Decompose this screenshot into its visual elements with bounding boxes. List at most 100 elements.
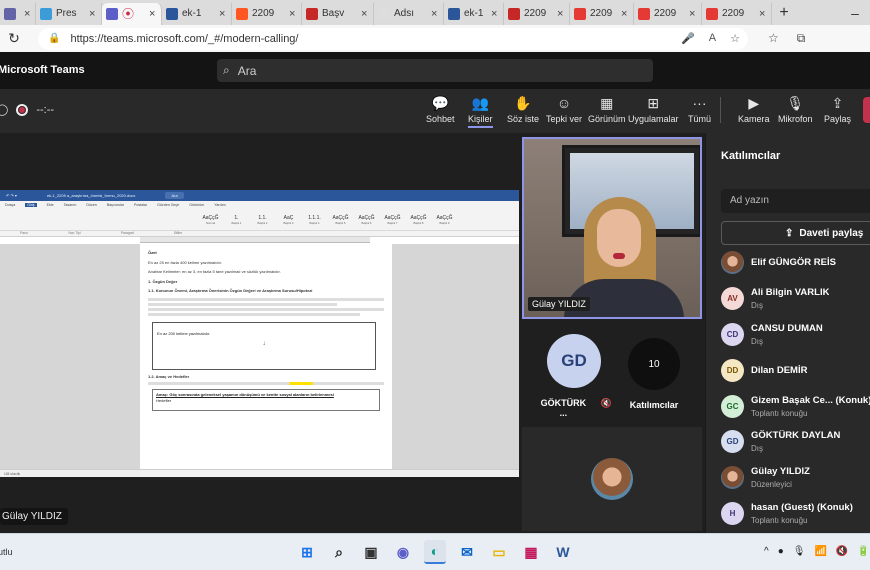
browser-tab[interactable]: Adsı × <box>374 2 444 25</box>
participants-panel: Katılımcılar Ad yazın ⇪ Daveti paylaş El… <box>705 133 870 533</box>
collections-icon[interactable]: ⧉ <box>797 31 806 46</box>
start-icon[interactable]: ⊞ <box>296 540 318 564</box>
doc-textbox: En az 200 kelime yazılmalıdır. ↓ <box>152 321 376 370</box>
word-icon <box>448 7 460 20</box>
word-tab: Tasarım <box>63 203 77 207</box>
close-icon[interactable]: × <box>361 8 369 20</box>
participant-item[interactable]: Hhasan (Guest) (Konuk) Toplantı konuğu <box>721 496 870 532</box>
participant-item[interactable]: AV Ali Bilgin VARLIK Dış <box>721 281 870 317</box>
control-label: Görünüm <box>588 114 626 124</box>
browser-tab[interactable]: 2209 × <box>504 2 570 25</box>
share-invite-button[interactable]: ⇪ Daveti paylaş <box>721 221 870 245</box>
control-chat[interactable]: 💬 Sohbet <box>426 95 455 124</box>
browser-tab[interactable]: 2209 × <box>702 2 772 25</box>
browser-tab[interactable]: 2209 × <box>634 2 702 25</box>
read-aloud-icon[interactable]: A <box>709 32 716 45</box>
participant-item[interactable]: Elif GÜNGÖR REİS <box>721 245 870 281</box>
style-name: Başlık 2 <box>257 220 268 225</box>
style-gallery-item: 1.1. Başlık 2 <box>252 211 273 228</box>
outlook-icon[interactable]: ✉ <box>456 540 478 564</box>
control-raise-hand[interactable]: ✋ Söz iste <box>507 95 539 124</box>
control-camera-off[interactable]: ▶ Kamera <box>738 95 770 124</box>
control-share[interactable]: ⇪ Paylaş <box>824 95 851 124</box>
close-icon[interactable]: × <box>557 8 565 20</box>
favorite-star-icon[interactable]: ☆ <box>730 32 740 45</box>
wifi-icon[interactable]: 📶 <box>814 546 826 557</box>
share-link-icon: ⇪ <box>785 227 794 239</box>
control-layout[interactable]: ▦ Görünüm <box>588 95 626 124</box>
browser-tab[interactable]: ek-1 × <box>444 2 504 25</box>
url-text: https://teams.microsoft.com/_#/modern-ca… <box>70 32 299 45</box>
close-icon[interactable]: × <box>289 8 297 20</box>
participant-item[interactable]: GC Gizem Başak Ce... (Konuk) Toplantı konu… <box>721 388 870 424</box>
control-mic-off[interactable]: 🎙 Mikrofon <box>778 95 813 124</box>
teams-chat-icon[interactable]: ◉ <box>392 540 414 564</box>
close-icon[interactable]: × <box>431 8 439 20</box>
control-label: Mikrofon <box>778 114 813 124</box>
new-tab-button[interactable]: + <box>772 4 796 22</box>
style-name: Başlık 9 <box>439 220 450 225</box>
word-tab: Görünüm <box>189 203 205 207</box>
participant-name: Elif GÜNGÖR REİS <box>751 257 836 269</box>
file-explorer-icon[interactable]: ▭ <box>488 540 510 564</box>
mic-off-icon: 🎙 <box>786 95 805 111</box>
participant-item[interactable]: Gülay YILDIZ Düzenleyici <box>721 460 870 496</box>
style-gallery-item: AaÇçĞ Başlık 5 <box>330 211 351 228</box>
yok-icon <box>306 7 318 20</box>
participant-tile-gd[interactable]: GD GÖKTÜRK ... 🔇 <box>536 334 612 418</box>
search-input[interactable]: ⌕ Ara <box>217 59 653 82</box>
task-view-icon[interactable]: ▣ <box>360 540 382 564</box>
close-icon[interactable]: × <box>621 8 629 20</box>
close-icon[interactable]: × <box>219 8 227 20</box>
participant-item[interactable]: DD Dilan DEMİR <box>721 352 870 388</box>
meet-now-icon[interactable]: ● <box>778 546 784 557</box>
control-label: Uygulamalar <box>628 114 679 124</box>
close-icon[interactable]: × <box>689 8 697 20</box>
browser-tab[interactable]: ⦿ × <box>102 2 162 25</box>
control-more[interactable]: ··· Tümü <box>688 95 711 124</box>
store-icon[interactable]: ▦ <box>520 540 542 564</box>
close-icon[interactable]: × <box>24 8 32 20</box>
tab-title: Pres <box>56 8 77 19</box>
reload-icon[interactable]: ↻ <box>0 30 28 47</box>
participant-item[interactable]: CD CANSU DUMAN Dış <box>721 317 870 353</box>
word-tab: Giriş <box>25 203 37 207</box>
control-smiley[interactable]: ☺ Tepki ver <box>546 95 582 124</box>
minimize-icon[interactable]: – <box>840 5 870 21</box>
tray-chevron-icon[interactable]: ^ <box>764 546 769 557</box>
style-gallery-item: AaÇçĞ Başlık 7 <box>382 211 403 228</box>
control-people[interactable]: 👥 Kişiler <box>468 95 493 128</box>
browser-tab[interactable]: Pres × <box>36 2 102 25</box>
browser-tab[interactable]: 2209 × <box>232 2 302 25</box>
close-icon[interactable]: × <box>149 8 157 20</box>
participant-count-tile[interactable]: 10 Katılımcılar <box>626 338 682 410</box>
favorites-icon[interactable]: ☆ <box>768 31 779 46</box>
edge-icon[interactable]: ◐ <box>424 540 446 564</box>
browser-tab[interactable]: Başv × <box>302 2 374 25</box>
control-apps[interactable]: ⊞ Uygulamalar <box>628 95 679 124</box>
more-icon: ··· <box>692 95 707 111</box>
browser-tab[interactable]: 4× <box>0 2 36 25</box>
leave-button[interactable] <box>863 97 870 123</box>
browser-tab[interactable]: 2209 × <box>570 2 634 25</box>
url-field[interactable]: 🔒 https://teams.microsoft.com/_#/modern-… <box>38 27 748 50</box>
microphone-icon[interactable]: 🎤 <box>681 32 695 45</box>
battery-icon[interactable]: 🔋 <box>857 546 869 557</box>
self-video-tile[interactable] <box>522 427 702 531</box>
close-icon[interactable]: × <box>759 8 767 20</box>
weather-widget[interactable]: utlu <box>0 547 13 557</box>
screen: 4×Pres×⦿×ek-1×2209×Başv×Adsı×ek-1×2209×2… <box>0 0 870 570</box>
participant-search-input[interactable]: Ad yazın <box>721 189 870 213</box>
word-icon[interactable]: W <box>552 540 574 564</box>
meeting-controls: ◯ --:-- 💬 Sohbet 👥 Kişiler ✋ Söz iste ☺ Tepki v… <box>0 89 870 133</box>
browser-tab[interactable]: ek-1 × <box>162 2 232 25</box>
participant-item[interactable]: GD GÖKTÜRK DAYLAN Dış <box>721 424 870 460</box>
search-icon[interactable]: ⌕ <box>328 540 350 564</box>
avatar: DD <box>721 358 744 382</box>
close-icon[interactable]: × <box>491 8 499 20</box>
video-tile[interactable]: Gülay YILDIZ <box>522 137 702 319</box>
microphone-icon[interactable]: 🎙 <box>793 546 806 557</box>
close-icon[interactable]: × <box>89 8 97 20</box>
text-cursor-icon: ↓ <box>262 341 266 347</box>
volume-muted-icon[interactable]: 🔇 <box>836 546 848 557</box>
